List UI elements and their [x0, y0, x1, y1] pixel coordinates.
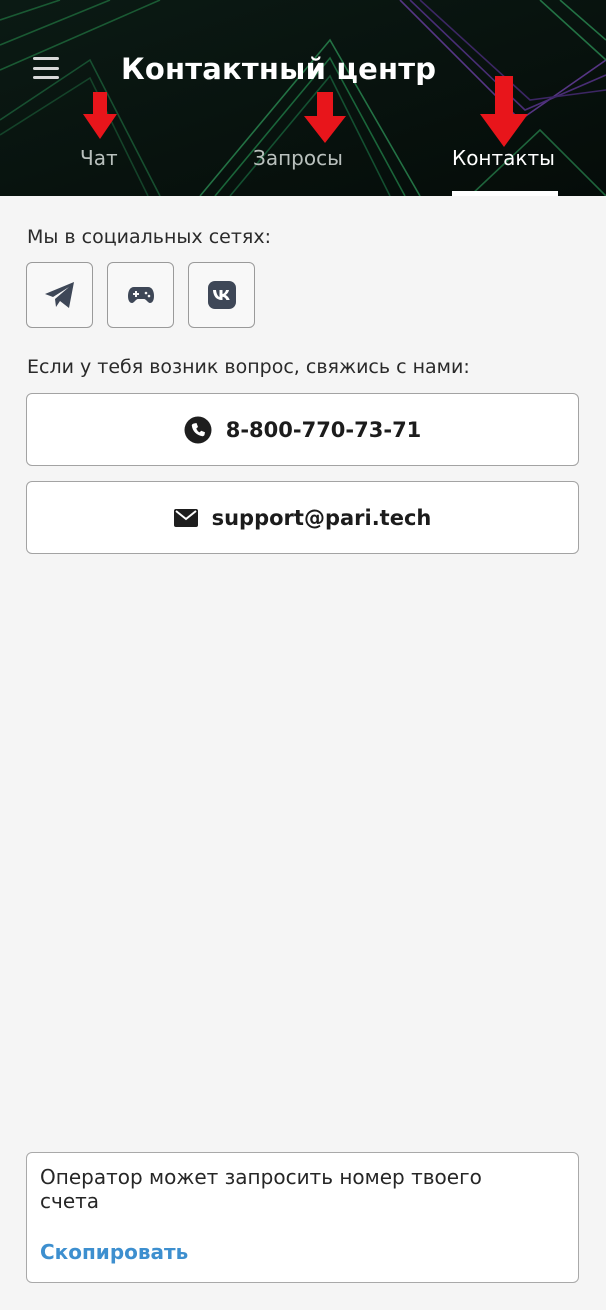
annotation-arrow-icon: [304, 92, 346, 143]
hamburger-menu-icon[interactable]: [33, 57, 59, 79]
envelope-icon: [173, 508, 198, 527]
phone-number: 8-800-770-73-71: [225, 417, 422, 442]
active-tab-indicator: [452, 191, 558, 196]
page-title: Контактный центр: [121, 52, 437, 86]
vk-button[interactable]: [188, 262, 255, 328]
phone-contact-button[interactable]: 8-800-770-73-71: [26, 393, 579, 466]
gamepad-icon: [127, 287, 154, 303]
telegram-icon: [44, 282, 74, 308]
game-community-button[interactable]: [107, 262, 174, 328]
tab-contacts[interactable]: Контакты: [452, 146, 555, 170]
app-header: Контактный центр Чат Запросы Контакты: [0, 0, 606, 196]
phone-icon: [184, 416, 212, 443]
copy-link[interactable]: Скопировать: [40, 1240, 188, 1264]
account-number-notice: Оператор может запросить номер твоего сч…: [26, 1152, 579, 1283]
email-address: support@pari.tech: [211, 505, 432, 530]
annotation-arrow-icon: [83, 92, 117, 139]
email-contact-button[interactable]: support@pari.tech: [26, 481, 579, 554]
notice-text: Оператор может запросить номер твоего сч…: [40, 1165, 482, 1213]
tab-requests[interactable]: Запросы: [253, 146, 343, 170]
contact-section-label: Если у тебя возник вопрос, свяжись с нам…: [27, 356, 470, 378]
tab-chat[interactable]: Чат: [80, 146, 118, 170]
annotation-arrow-icon: [480, 76, 528, 147]
social-section-label: Мы в социальных сетях:: [27, 226, 271, 248]
telegram-button[interactable]: [26, 262, 93, 328]
vk-icon: [207, 281, 236, 309]
